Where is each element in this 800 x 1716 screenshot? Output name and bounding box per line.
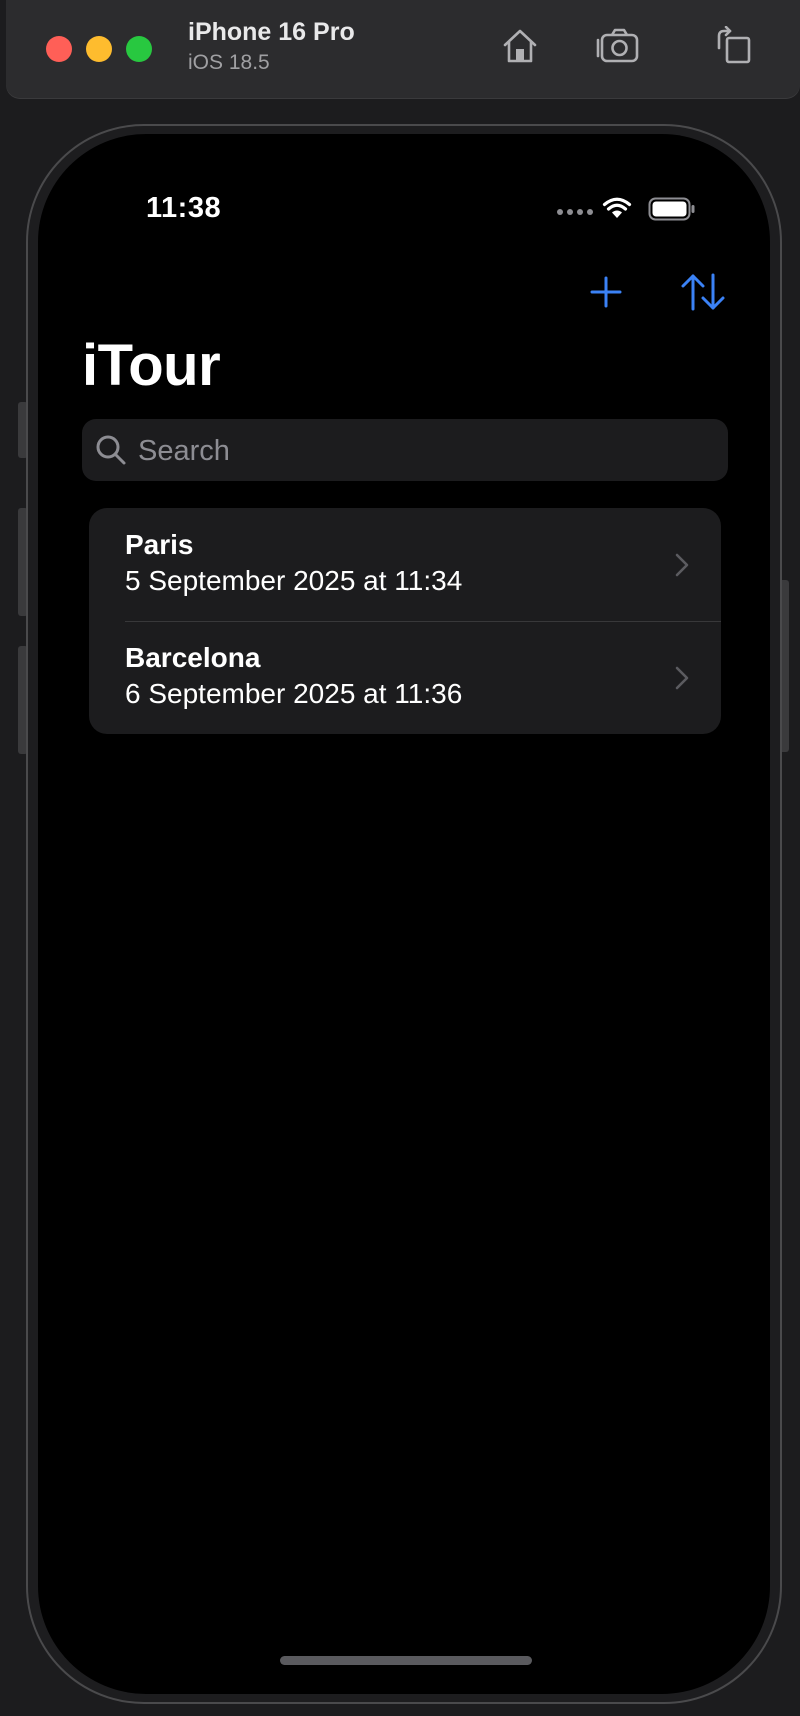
screenshot-icon <box>596 28 639 63</box>
device-screen: 11:38 iTour Search Paris 5 September 202… <box>38 134 770 1694</box>
chevron-right-icon <box>675 666 689 690</box>
home-icon <box>503 29 537 63</box>
battery-icon <box>648 197 695 221</box>
rotate-button[interactable] <box>710 22 758 70</box>
wifi-icon <box>602 197 632 218</box>
zoom-window-button[interactable] <box>126 36 152 62</box>
page-title: iTour <box>82 333 221 398</box>
sort-arrows-icon <box>681 273 725 311</box>
chevron-right-icon <box>675 553 689 577</box>
minimize-window-button[interactable] <box>86 36 112 62</box>
add-destination-button[interactable] <box>578 264 634 320</box>
cellular-signal-icon <box>557 209 593 215</box>
search-input[interactable] <box>136 419 710 483</box>
status-time: 11:38 <box>146 192 222 224</box>
rotate-icon <box>717 26 751 64</box>
simulator-title-bar: iPhone 16 Pro iOS 18.5 <box>6 0 800 98</box>
destination-date: 5 September 2025 at 11:34 <box>125 565 463 596</box>
sort-button[interactable] <box>675 264 731 320</box>
os-version: iOS 18.5 <box>188 51 270 74</box>
destination-row-barcelona[interactable]: Barcelona 6 September 2025 at 11:36 <box>89 621 721 734</box>
plus-icon <box>590 276 622 308</box>
search-icon <box>96 435 126 465</box>
destination-row-paris[interactable]: Paris 5 September 2025 at 11:34 <box>89 508 721 621</box>
device-name: iPhone 16 Pro <box>188 18 355 46</box>
destinations-list: Paris 5 September 2025 at 11:34 Barcelon… <box>89 508 721 734</box>
screenshot-button[interactable] <box>594 22 642 70</box>
home-indicator[interactable] <box>280 1656 532 1665</box>
destination-name: Paris <box>125 529 194 560</box>
search-bar[interactable] <box>82 419 728 483</box>
destination-name: Barcelona <box>125 642 261 673</box>
home-button[interactable] <box>496 22 544 70</box>
close-window-button[interactable] <box>46 36 72 62</box>
destination-date: 6 September 2025 at 11:36 <box>125 678 463 709</box>
